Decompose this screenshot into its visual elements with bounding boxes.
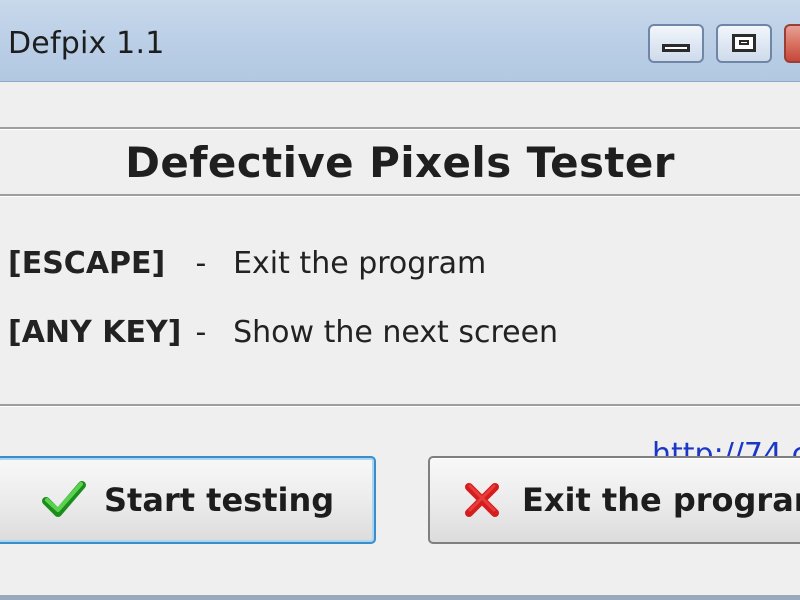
close-button[interactable]: ✕ bbox=[784, 24, 800, 63]
start-testing-button[interactable]: Start testing bbox=[0, 456, 376, 544]
window-title: Defpix 1.1 bbox=[8, 26, 165, 61]
title-bar[interactable]: Defpix 1.1 ✕ bbox=[0, 0, 800, 82]
shortcut-description-any-key: Show the next screen bbox=[233, 315, 559, 350]
heading-divider bbox=[0, 194, 800, 197]
window-bottom-edge bbox=[0, 595, 800, 600]
top-divider bbox=[0, 127, 800, 130]
x-mark-icon bbox=[465, 483, 499, 517]
exit-program-label: Exit the program bbox=[522, 481, 800, 519]
maximize-icon bbox=[732, 34, 756, 52]
shortcut-row-escape: [ESCAPE] - Exit the program bbox=[8, 244, 768, 284]
app-window: Defpix 1.1 ✕ Defective Pixels Tester [ES… bbox=[0, 0, 800, 600]
minimize-button[interactable] bbox=[648, 24, 704, 63]
exit-program-button[interactable]: Exit the program bbox=[428, 456, 800, 544]
shortcut-row-any-key: [ANY KEY] - Show the next screen bbox=[8, 313, 768, 353]
shortcut-dash-any-key: - bbox=[195, 315, 207, 350]
checkmark-icon bbox=[42, 481, 86, 517]
page-title: Defective Pixels Tester bbox=[125, 138, 675, 187]
minimize-icon bbox=[662, 44, 690, 52]
window-controls: ✕ bbox=[648, 24, 800, 63]
shortcut-description-escape: Exit the program bbox=[233, 246, 487, 281]
start-testing-label: Start testing bbox=[104, 481, 335, 519]
shortcut-dash-escape: - bbox=[195, 246, 207, 281]
shortcut-key-any-key: [ANY KEY] bbox=[8, 315, 182, 350]
maximize-button[interactable] bbox=[716, 24, 772, 63]
shortcut-key-escape: [ESCAPE] bbox=[8, 246, 166, 281]
bottom-divider bbox=[0, 404, 800, 407]
